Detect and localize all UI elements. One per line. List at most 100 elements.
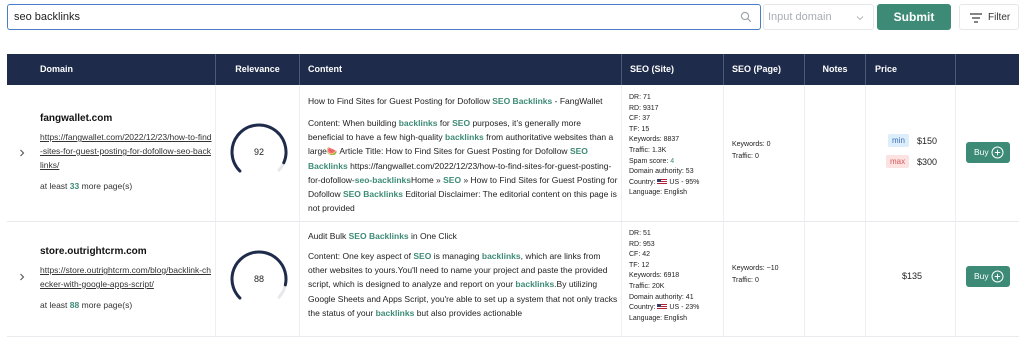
expand-chevron-icon[interactable] — [17, 148, 27, 158]
snippet-text: 🍉 — [326, 146, 338, 157]
keyword-highlight: SEO — [443, 174, 462, 185]
relevance-cell: 92 — [215, 85, 299, 221]
seo-site-cell: DR: 51 RD: 953 CF: 42 TF: 12 Keywords: 6… — [621, 222, 723, 336]
price-min: $150 — [917, 136, 938, 146]
keyword-highlight: SEO — [413, 251, 432, 261]
metric-tf: TF: 12 — [629, 261, 650, 269]
snippet-text: is managing — [431, 251, 482, 261]
metric-cf: CF: 37 — [629, 115, 651, 123]
page-keywords: Keywords: 0 — [732, 141, 771, 148]
col-action — [955, 54, 956, 85]
filter-label: Filter — [988, 12, 1011, 23]
seo-page-metrics: Keywords: ~10 Traffic: 0 — [732, 263, 779, 287]
title-tail: - FangWallet — [552, 96, 603, 106]
domain-cell: store.outrightcrm.com https://store.outr… — [33, 222, 215, 336]
title-highlight: SEO Backlinks — [348, 231, 409, 241]
country-label: Country: — [629, 304, 658, 312]
chevron-down-icon[interactable] — [855, 13, 865, 23]
metric-dr: DR: 51 — [629, 230, 651, 237]
expand-cell — [7, 85, 33, 221]
col-relevance[interactable]: Relevance — [215, 54, 299, 85]
col-seo-site[interactable]: SEO (Site) — [621, 54, 674, 85]
notes-cell[interactable] — [804, 222, 865, 336]
metric-traffic: Traffic: 20K — [629, 282, 665, 290]
search-icon[interactable] — [740, 11, 752, 23]
content-title: How to Find Sites for Guest Posting for … — [308, 96, 618, 106]
buy-label: Buy — [974, 147, 989, 157]
title-highlight: SEO Backlinks — [492, 96, 553, 106]
more-count[interactable]: 88 — [70, 300, 79, 310]
metric-tf: TF: 15 — [629, 125, 650, 133]
metric-rd: RD: 9317 — [629, 104, 659, 112]
filter-button[interactable]: Filter — [959, 4, 1019, 30]
seo-site-metrics: DR: 51 RD: 953 CF: 42 TF: 12 Keywords: 6… — [629, 229, 723, 324]
domain-url-link[interactable]: https://fangwallet.com/2022/12/23/how-to… — [40, 130, 212, 172]
page-traffic: Traffic: 0 — [732, 153, 759, 160]
relevance-score: 88 — [253, 274, 264, 284]
snippet-text: Article Title: How to Find Sites for Gue… — [337, 146, 570, 157]
keyword-highlight: SEO Backlinks — [342, 189, 403, 200]
col-content[interactable]: Content — [299, 54, 342, 85]
more-prefix: at least — [40, 181, 70, 191]
plus-circle-icon — [991, 146, 1004, 159]
expand-cell — [7, 222, 33, 336]
content-title: Audit Bulk SEO Backlinks in One Click — [308, 231, 618, 241]
action-cell: Buy — [955, 85, 1019, 221]
snippet-text: but also provides actionable — [414, 307, 523, 318]
seo-page-cell: Keywords: 0 Traffic: 0 — [723, 85, 804, 221]
toolbar: Submit Filter — [0, 0, 1024, 40]
domain-cell: fangwallet.com https://fangwallet.com/20… — [33, 85, 215, 221]
domain-input[interactable] — [768, 5, 854, 29]
keyword-highlight: backlinks — [375, 307, 415, 318]
keyword-highlight: seo-backlinks — [354, 174, 412, 185]
domain-name: store.outrightcrm.com — [40, 246, 147, 257]
search-input[interactable] — [14, 5, 734, 29]
snippet-text: Content: One key aspect of — [308, 251, 414, 261]
metric-dr: DR: 71 — [629, 94, 651, 101]
table-row: fangwallet.com https://fangwallet.com/20… — [7, 85, 1019, 222]
seo-site-cell: DR: 71 RD: 9317 CF: 37 TF: 15 Keywords: … — [621, 85, 723, 221]
col-seo-page[interactable]: SEO (Page) — [723, 54, 781, 85]
seo-site-metrics: DR: 71 RD: 9317 CF: 37 TF: 15 Keywords: … — [629, 93, 723, 199]
snippet-text: Home » — [411, 174, 444, 185]
price-cell: $135 — [865, 222, 955, 336]
keyword-highlight: SEO — [452, 118, 471, 128]
metric-cf: CF: 42 — [629, 251, 651, 259]
domain-url-link[interactable]: https://store.outrightcrm.com/blog/backl… — [40, 263, 212, 291]
filter-icon — [970, 13, 982, 23]
domain-name: fangwallet.com — [40, 113, 113, 124]
spam-label: Spam score: — [629, 157, 671, 165]
more-suffix: more page(s) — [79, 300, 133, 310]
snippet-text: for — [437, 118, 453, 128]
domain-select[interactable] — [763, 4, 874, 30]
metric-rd: RD: 953 — [629, 240, 655, 248]
buy-button[interactable]: Buy — [966, 266, 1010, 287]
buy-button[interactable]: Buy — [966, 142, 1010, 163]
page-keywords: Keywords: ~10 — [732, 265, 779, 272]
table-row: store.outrightcrm.com https://store.outr… — [7, 222, 1019, 337]
metric-da: Domain authority: 41 — [629, 293, 694, 301]
country-label: Country: — [629, 178, 658, 186]
table-header: Domain Relevance Content SEO (Site) SEO … — [7, 54, 1019, 85]
plus-circle-icon — [991, 270, 1004, 283]
expand-chevron-icon[interactable] — [17, 272, 27, 282]
notes-cell[interactable] — [804, 85, 865, 221]
buy-label: Buy — [974, 271, 989, 281]
us-flag-icon — [657, 178, 668, 185]
more-count[interactable]: 33 — [70, 181, 79, 191]
metric-spam: Spam score: 4 — [629, 157, 723, 168]
us-flag-icon — [657, 304, 668, 311]
metric-language: Language: English — [629, 314, 687, 322]
submit-button[interactable]: Submit — [877, 4, 951, 30]
col-domain[interactable]: Domain — [40, 54, 73, 85]
col-price[interactable]: Price — [865, 54, 897, 85]
more-pages: at least 33 more page(s) — [40, 181, 132, 191]
more-pages: at least 88 more page(s) — [40, 300, 132, 310]
country-value: US - 95% — [669, 178, 700, 186]
metric-country: Country: US - 23% — [629, 303, 723, 314]
price-min-badge: min — [888, 134, 909, 147]
metric-keywords: Keywords: 8837 — [629, 136, 680, 144]
relevance-cell: 88 — [215, 222, 299, 336]
col-notes[interactable]: Notes — [804, 54, 865, 85]
relevance-score: 92 — [253, 147, 264, 157]
